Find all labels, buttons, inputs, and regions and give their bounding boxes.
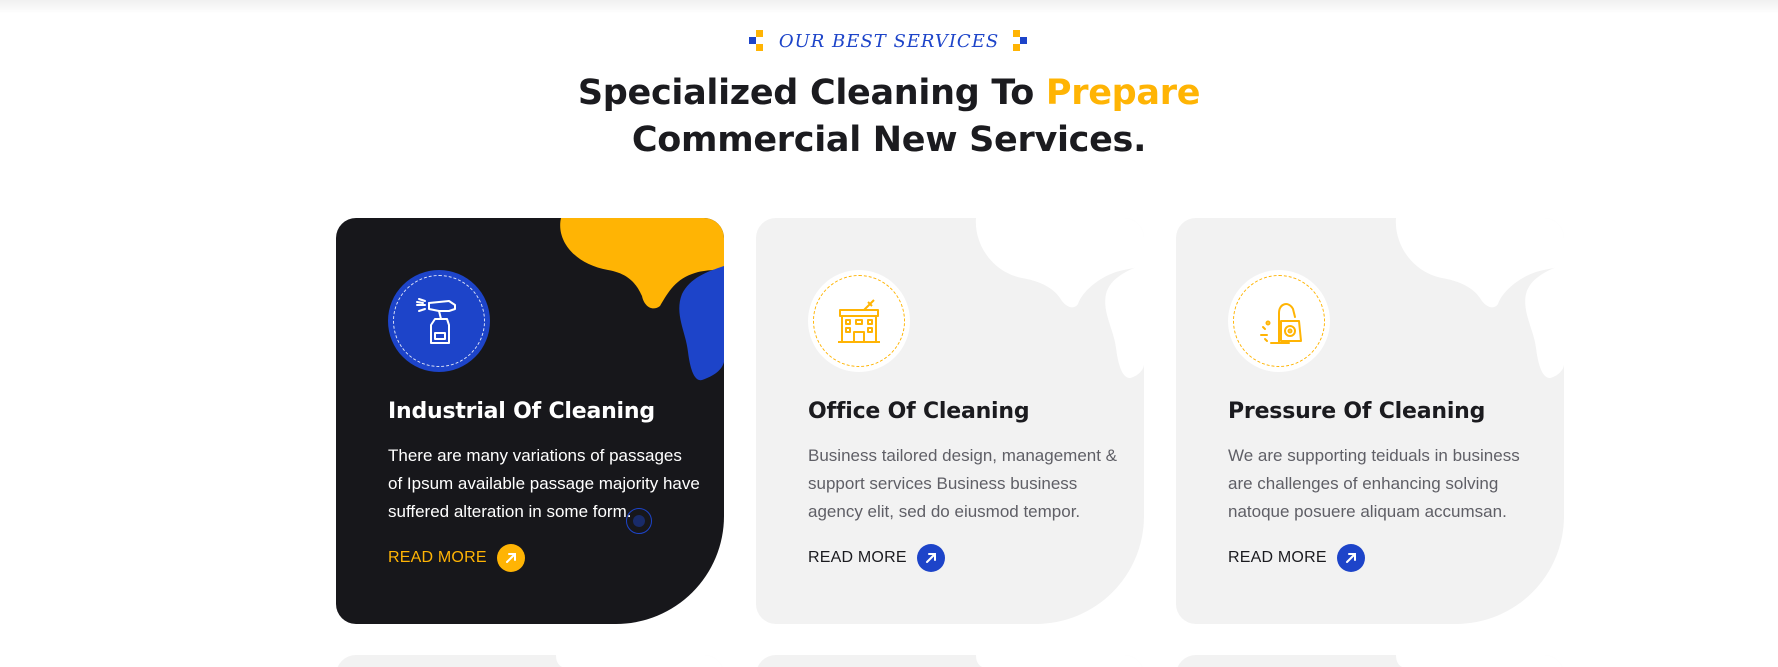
section-eyebrow: OUR BEST SERVICES bbox=[0, 30, 1778, 52]
service-card-next-row bbox=[1176, 655, 1564, 667]
service-card-industrial[interactable]: Industrial Of Cleaning There are many va… bbox=[336, 218, 724, 624]
card-title: Pressure Of Cleaning bbox=[1228, 399, 1486, 424]
heading-line2: Commercial New Services. bbox=[631, 120, 1147, 160]
service-card-office[interactable]: Office Of Cleaning Business tailored des… bbox=[756, 218, 1144, 624]
card-description: Business tailored design, management & s… bbox=[808, 446, 1118, 521]
arrow-up-right-icon[interactable] bbox=[496, 544, 525, 572]
arrow-up-right-icon[interactable] bbox=[916, 544, 945, 572]
read-more-link[interactable]: READ MORE bbox=[808, 544, 945, 572]
service-icon-circle bbox=[388, 270, 490, 372]
heading-accent: Prepare bbox=[1045, 73, 1201, 113]
cursor-indicator bbox=[626, 508, 652, 534]
service-icon-circle bbox=[808, 270, 910, 372]
service-card-pressure[interactable]: Pressure Of Cleaning We are supporting t… bbox=[1176, 218, 1564, 624]
card-title: Industrial Of Cleaning bbox=[388, 399, 655, 424]
read-more-label: READ MORE bbox=[1228, 549, 1327, 566]
header-shadow bbox=[0, 0, 1778, 14]
decor-squares-icon bbox=[1013, 30, 1029, 52]
section-heading: Specialized Cleaning To Prepare Commerci… bbox=[0, 70, 1778, 164]
vacuum-cleaner-icon bbox=[1260, 303, 1302, 344]
card-description: We are supporting teiduals in business a… bbox=[1228, 446, 1520, 521]
service-card-next-row bbox=[336, 655, 724, 667]
decor-squares-icon bbox=[748, 30, 765, 52]
card-title: Office Of Cleaning bbox=[808, 399, 1030, 424]
read-more-label: READ MORE bbox=[388, 549, 487, 566]
building-icon bbox=[838, 299, 880, 343]
spray-bottle-icon bbox=[416, 298, 456, 344]
card-description: There are many variations of passages of… bbox=[388, 446, 700, 521]
heading-text: Specialized Cleaning To bbox=[577, 73, 1046, 113]
read-more-link[interactable]: READ MORE bbox=[388, 544, 525, 572]
service-card-next-row bbox=[756, 655, 1144, 667]
read-more-label: READ MORE bbox=[808, 549, 907, 566]
arrow-up-right-icon[interactable] bbox=[1336, 544, 1365, 572]
section-eyebrow-text: OUR BEST SERVICES bbox=[778, 30, 1000, 52]
service-icon-circle bbox=[1228, 270, 1330, 372]
read-more-link[interactable]: READ MORE bbox=[1228, 544, 1365, 572]
